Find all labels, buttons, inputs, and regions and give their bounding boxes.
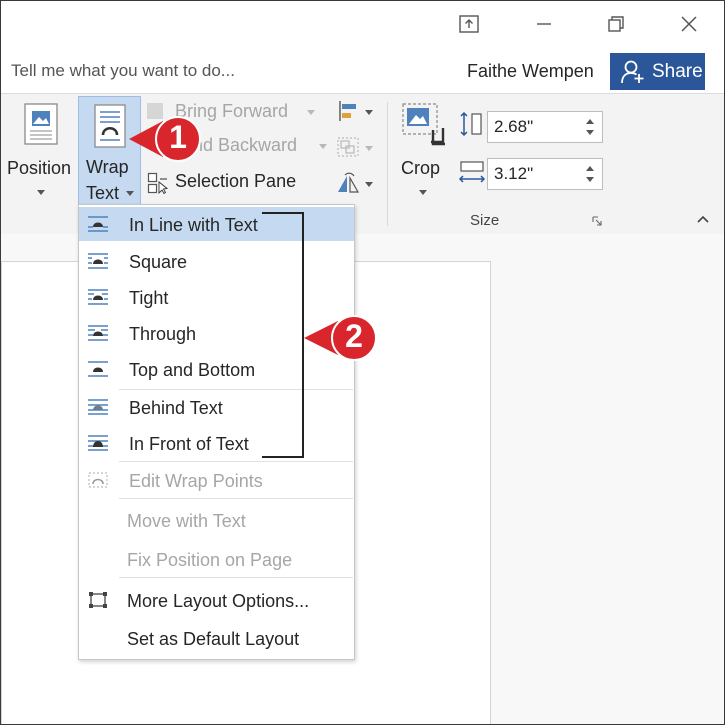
wrap-behind-text-icon (88, 399, 108, 415)
menu-item-more-layout-options[interactable]: More Layout Options... (79, 583, 354, 617)
wrap-top-bottom-icon (88, 361, 108, 377)
size-dialog-launcher-icon[interactable] (592, 216, 602, 226)
restore-icon (608, 16, 624, 32)
position-label: Position (7, 158, 72, 178)
position-caret-icon (37, 190, 45, 195)
layout-options-icon (89, 592, 107, 608)
menu-item-square[interactable]: Square (79, 244, 354, 278)
menu-label: Fix Position on Page (127, 550, 293, 570)
align-button[interactable] (335, 98, 375, 126)
menu-label: Behind Text (129, 398, 223, 418)
menu-item-set-as-default-layout[interactable]: Set as Default Layout (79, 621, 354, 655)
in-line-with-text-icon (88, 216, 108, 232)
rotate-button[interactable] (335, 170, 375, 198)
selection-pane-label: Selection Pane (175, 171, 297, 191)
align-icon (339, 101, 356, 121)
wrap-text-caret-icon (126, 191, 134, 196)
crop-icon (402, 103, 445, 146)
menu-separator (119, 461, 353, 462)
menu-label: In Front of Text (129, 434, 249, 454)
collapse-ribbon-icon[interactable] (696, 214, 710, 224)
menu-item-fix-position-on-page[interactable]: Fix Position on Page (79, 542, 354, 576)
menu-item-tight[interactable]: Tight (79, 280, 354, 314)
menu-label: Set as Default Layout (127, 629, 300, 649)
menu-label: Edit Wrap Points (129, 471, 263, 491)
menu-label: Top and Bottom (129, 360, 256, 380)
size-group-label: Size (470, 212, 500, 229)
wrap-tight-icon (88, 289, 108, 305)
menu-item-in-line-with-text[interactable]: In Line with Text (79, 207, 354, 241)
close-icon (681, 16, 697, 32)
menu-separator (119, 498, 353, 499)
rotate-caret-icon (365, 182, 373, 187)
minimize-button[interactable] (521, 7, 567, 41)
wrap-through-icon (88, 325, 108, 341)
position-button[interactable]: Position (4, 98, 76, 206)
crop-button[interactable]: Crop (395, 98, 451, 206)
tell-me-search[interactable]: Tell me what you want to do... (11, 61, 235, 81)
menu-item-in-front-of-text[interactable]: In Front of Text (79, 426, 354, 460)
group-icon (337, 137, 359, 157)
share-label: Share (652, 60, 703, 82)
callout-step-2-number: 2 (345, 318, 363, 354)
width-spin-up-icon[interactable] (586, 166, 594, 171)
share-button[interactable]: Share (610, 53, 705, 90)
wrap-in-front-icon (88, 435, 108, 451)
menu-label: Tight (129, 288, 169, 308)
menu-label: Move with Text (127, 511, 246, 531)
menu-item-edit-wrap-points[interactable]: Edit Wrap Points (79, 463, 354, 497)
bring-forward-caret-icon (307, 110, 315, 115)
word-window: Tell me what you want to do... Faithe We… (0, 0, 725, 725)
group-caret-icon (365, 146, 373, 151)
ribbon-divider (387, 102, 388, 226)
ribbon-display-options-button[interactable] (446, 7, 492, 41)
shape-width-value: 3.12" (494, 164, 534, 183)
wrap-text-menu: In Line with Text Square Tight Through T… (78, 204, 355, 660)
ribbon-display-icon (459, 15, 479, 33)
callout-step-1-icon (129, 116, 201, 162)
height-spin-up-icon[interactable] (586, 119, 594, 124)
menu-separator (119, 577, 353, 578)
close-button[interactable] (666, 7, 712, 41)
height-spin-down-icon[interactable] (586, 130, 594, 135)
wrap-text-icon (94, 104, 126, 148)
restore-button[interactable] (593, 7, 639, 41)
minimize-icon (537, 23, 551, 25)
menu-item-move-with-text[interactable]: Move with Text (79, 503, 354, 537)
position-icon (24, 103, 58, 145)
align-caret-icon (365, 110, 373, 115)
shape-width-icon (458, 161, 486, 183)
width-spin-down-icon[interactable] (586, 177, 594, 182)
menu-item-behind-text[interactable]: Behind Text (79, 390, 354, 424)
shape-width-input[interactable]: 3.12" (487, 158, 603, 190)
callout-step-2-icon (304, 315, 377, 361)
shape-height-icon (460, 111, 482, 137)
crop-caret-icon (419, 190, 427, 195)
send-backward-label: nd Backward (193, 135, 298, 155)
menu-label: More Layout Options... (127, 591, 310, 611)
rotate-icon (338, 172, 360, 193)
edit-wrap-points-icon (88, 472, 108, 488)
wrap-text-label-line1: Wrap (86, 157, 129, 177)
callout-step-1-number: 1 (169, 119, 187, 155)
group-button[interactable] (335, 134, 375, 162)
user-name[interactable]: Faithe Wempen (467, 61, 594, 82)
wrap-text-label-line2: Text (86, 183, 120, 203)
person-add-icon (621, 60, 644, 83)
send-backward-caret-icon (319, 144, 327, 149)
wrap-square-icon (88, 253, 108, 269)
menu-label: In Line with Text (129, 215, 258, 235)
shape-height-value: 2.68" (494, 117, 534, 136)
menu-label: Through (129, 324, 197, 344)
selection-pane-icon (147, 172, 169, 194)
crop-label: Crop (401, 158, 441, 178)
menu-label: Square (129, 252, 188, 272)
shape-height-input[interactable]: 2.68" (487, 111, 603, 143)
selection-pane-button[interactable]: Selection Pane (147, 168, 317, 198)
